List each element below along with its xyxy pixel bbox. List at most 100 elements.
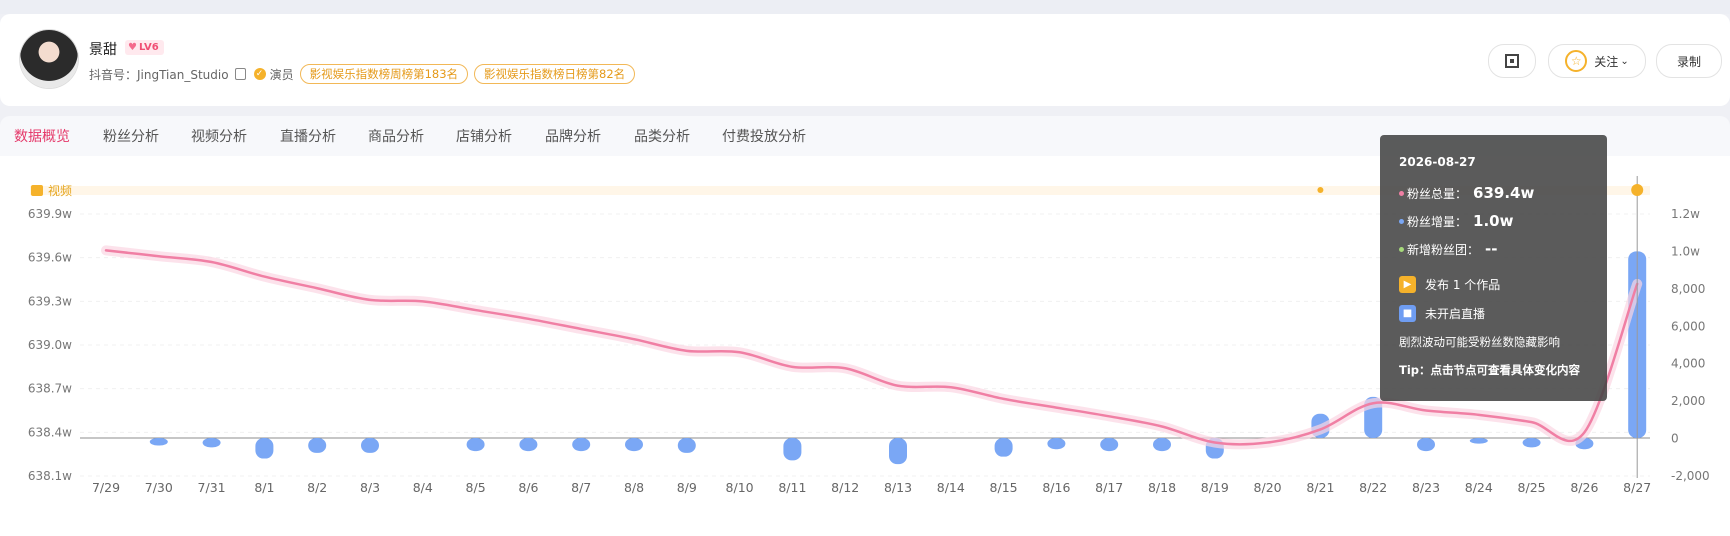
- tooltip-tip: Tip：点击节点可查看具体变化内容: [1399, 363, 1581, 377]
- account-id: 抖音号：JingTian_Studio: [89, 67, 229, 82]
- right-tick-label: -2,000: [1671, 469, 1710, 483]
- x-tick-label: 8/20: [1254, 480, 1282, 495]
- x-tick-label: 8/25: [1518, 480, 1546, 495]
- right-tick-label: 4,000: [1671, 357, 1705, 371]
- tab-paid[interactable]: 付费投放分析: [722, 126, 806, 146]
- left-tick-label: 639.6w: [28, 251, 72, 265]
- x-tick-label: 8/24: [1465, 480, 1493, 495]
- x-tick-label: 8/19: [1201, 480, 1229, 495]
- verified-icon: ✓: [253, 68, 266, 80]
- delta-bar: [994, 438, 1013, 457]
- delta-bar: [149, 438, 168, 446]
- chevron-down-icon: ⌄: [1620, 55, 1629, 67]
- level-text: LV6: [138, 42, 159, 53]
- right-tick-label: 2,000: [1671, 394, 1705, 408]
- x-tick-label: 8/11: [778, 480, 806, 495]
- qr-code-icon: [1505, 54, 1519, 68]
- x-tick-label: 8/7: [571, 480, 591, 495]
- tooltip-club-value: --: [1485, 240, 1498, 258]
- tab-live[interactable]: 直播分析: [280, 126, 336, 146]
- tooltip-club-row: 新增粉丝团： --: [1399, 235, 1588, 263]
- x-tick-label: 8/14: [937, 480, 965, 495]
- tooltip-note: 剧烈波动可能受粉丝数隐藏影响: [1399, 335, 1560, 349]
- left-tick-label: 638.1w: [28, 469, 72, 483]
- copy-icon[interactable]: [234, 68, 246, 80]
- x-tick-label: 8/2: [307, 480, 327, 495]
- delta-bar: [466, 438, 485, 452]
- delta-bar: [1522, 438, 1541, 448]
- chart-tooltip: 2026-08-27 粉丝总量： 639.4w 粉丝增量： 1.0w 新增粉丝团…: [1380, 135, 1607, 401]
- delta-bar: [1469, 438, 1488, 444]
- x-tick-label: 8/10: [726, 480, 754, 495]
- follow-button[interactable]: ☆ 关注 ⌄: [1548, 44, 1646, 78]
- x-tick-label: 7/30: [145, 480, 173, 495]
- x-tick-label: 8/9: [677, 480, 697, 495]
- delta-bar: [1153, 438, 1171, 452]
- tab-fans[interactable]: 粉丝分析: [103, 126, 159, 146]
- tooltip-event-live: ■ 未开启直播: [1399, 300, 1588, 327]
- delta-bar: [889, 438, 907, 465]
- left-tick-label: 639.0w: [28, 338, 72, 352]
- video-icon: [31, 185, 43, 196]
- club-dot-icon: [1399, 246, 1404, 252]
- right-tick-label: 8,000: [1671, 282, 1705, 296]
- video-marker: [1631, 184, 1644, 196]
- tab-goods[interactable]: 商品分析: [368, 126, 424, 146]
- profile-meta: 抖音号：JingTian_Studio ✓ 演员 影视娱乐指数榜周榜第183名 …: [89, 64, 636, 84]
- tab-video[interactable]: 视频分析: [191, 126, 247, 146]
- left-tick-label: 638.4w: [28, 425, 72, 439]
- x-tick-label: 8/21: [1306, 480, 1334, 495]
- delta-bar: [572, 438, 591, 452]
- profile-name: 景甜: [89, 42, 117, 58]
- delta-bar: [308, 438, 327, 453]
- video-marker: [1317, 187, 1324, 193]
- tooltip-delta-value: 1.0w: [1473, 212, 1514, 230]
- x-tick-label: 8/13: [884, 480, 912, 495]
- role-label: 演员: [269, 67, 294, 82]
- x-tick-label: 8/1: [254, 480, 274, 495]
- video-legend-label: 视频: [48, 184, 73, 198]
- live-icon: ■: [1399, 305, 1416, 322]
- tooltip-delta-label: 粉丝增量：: [1407, 214, 1468, 229]
- x-tick-label: 8/23: [1412, 480, 1440, 495]
- tooltip-total-label: 粉丝总量：: [1407, 186, 1468, 201]
- x-tick-label: 8/8: [624, 480, 644, 495]
- left-tick-label: 639.9w: [28, 207, 72, 221]
- x-tick-label: 8/6: [518, 480, 538, 495]
- delta-bar: [519, 438, 538, 452]
- rank-badge-weekly[interactable]: 影视娱乐指数榜周榜第183名: [299, 64, 469, 84]
- tab-category[interactable]: 品类分析: [634, 126, 690, 146]
- tooltip-club-label: 新增粉丝团：: [1407, 242, 1480, 257]
- tooltip-event-video: ▶ 发布 1 个作品: [1399, 271, 1588, 298]
- delta-bar: [677, 438, 696, 453]
- total-dot-icon: [1399, 190, 1404, 196]
- x-tick-label: 8/5: [466, 480, 486, 495]
- tooltip-date: 2026-08-27: [1399, 155, 1476, 169]
- tab-brand[interactable]: 品牌分析: [545, 126, 601, 146]
- follow-label: 关注: [1594, 54, 1619, 69]
- qr-code-button[interactable]: [1488, 44, 1536, 78]
- tooltip-event1: 发布 1 个作品: [1425, 278, 1501, 292]
- video-legend[interactable]: 视频: [31, 182, 72, 199]
- video-camera-icon: ▶: [1399, 276, 1416, 293]
- left-tick-label: 638.7w: [28, 382, 72, 396]
- avatar[interactable]: [20, 30, 78, 88]
- star-icon: ☆: [1565, 50, 1588, 72]
- right-tick-label: 1.0w: [1671, 244, 1700, 258]
- right-tick-label: 6,000: [1671, 319, 1705, 333]
- rank-badge-daily[interactable]: 影视娱乐指数榜日榜第82名: [474, 64, 636, 84]
- tooltip-delta-row: 粉丝增量： 1.0w: [1399, 207, 1588, 235]
- delta-bar: [255, 438, 274, 459]
- tab-shop[interactable]: 店铺分析: [456, 126, 512, 146]
- tab-overview[interactable]: 数据概览: [14, 126, 70, 146]
- x-tick-label: 8/15: [990, 480, 1018, 495]
- delta-bar: [1100, 438, 1119, 452]
- x-tick-label: 8/27: [1623, 480, 1651, 495]
- x-tick-label: 8/26: [1570, 480, 1598, 495]
- delta-bar: [625, 438, 643, 452]
- record-button[interactable]: 录制: [1656, 44, 1722, 78]
- tooltip-event2: 未开启直播: [1425, 307, 1486, 321]
- x-tick-label: 7/29: [92, 480, 120, 495]
- x-tick-label: 7/31: [198, 480, 226, 495]
- x-tick-label: 8/18: [1148, 480, 1176, 495]
